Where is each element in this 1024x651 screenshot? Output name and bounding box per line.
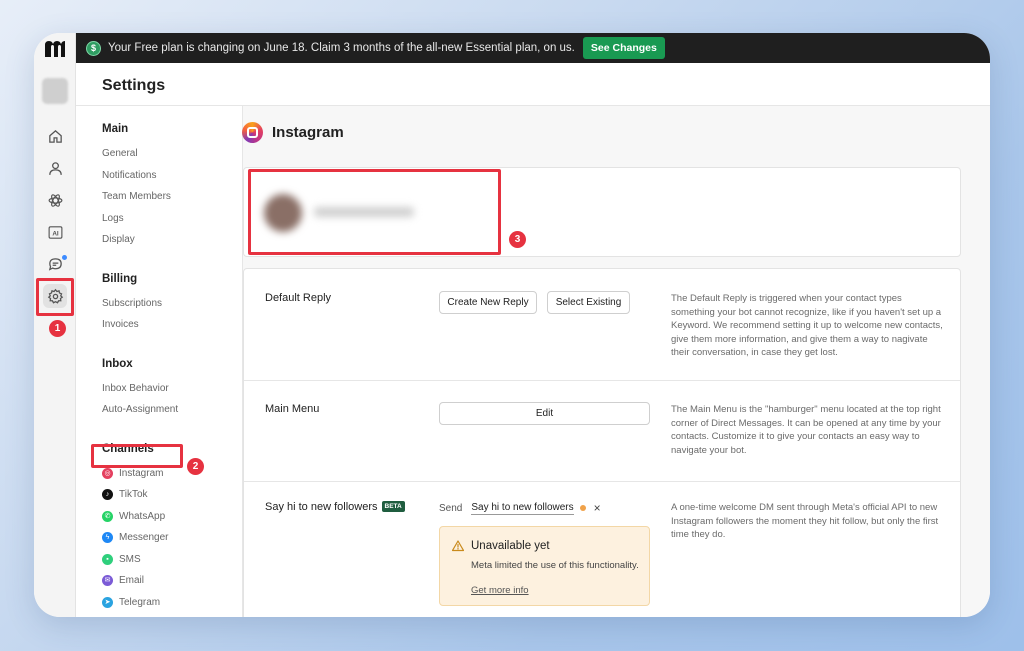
telegram-icon: ➤ bbox=[102, 596, 113, 608]
contacts-icon[interactable] bbox=[43, 156, 67, 180]
nav-group-inbox: Inbox Inbox Behavior Auto-Assignment bbox=[102, 358, 232, 421]
get-more-info-link[interactable]: Get more info bbox=[471, 585, 529, 596]
send-selector: Send Say hi to new followers × bbox=[439, 501, 601, 515]
annotation-badge-1: 1 bbox=[49, 320, 66, 337]
nav-item-subscriptions[interactable]: Subscriptions bbox=[102, 293, 232, 315]
send-message-link[interactable]: Say hi to new followers bbox=[471, 502, 574, 515]
main-menu-row: Main Menu Edit The Main Menu is the "ham… bbox=[244, 381, 960, 481]
workspace-avatar[interactable] bbox=[42, 78, 68, 104]
nav-item-telegram[interactable]: ➤ Telegram bbox=[102, 592, 232, 614]
page-title: Settings bbox=[102, 77, 166, 94]
nav-item-label: Telegram bbox=[119, 596, 161, 608]
instagram-logo-icon bbox=[242, 122, 263, 143]
main-menu-label: Main Menu bbox=[265, 403, 320, 415]
nav-item-auto-assignment[interactable]: Auto-Assignment bbox=[102, 399, 232, 421]
annotation-badge-3: 3 bbox=[509, 231, 526, 248]
nav-item-messenger[interactable]: ϟ Messenger bbox=[102, 527, 232, 549]
home-icon[interactable] bbox=[43, 124, 67, 148]
instagram-icon: ◎ bbox=[102, 467, 113, 479]
followers-label-text: Say hi to new followers bbox=[265, 501, 378, 513]
nav-item-sms[interactable]: ▪ SMS bbox=[102, 549, 232, 571]
app-window: AI $ Your Free plan is changing on June … bbox=[34, 33, 990, 617]
followers-description: A one-time welcome DM sent through Meta'… bbox=[671, 502, 939, 540]
banner-text: Your Free plan is changing on June 18. C… bbox=[108, 42, 575, 54]
channel-settings-card: Default Reply Create New Reply Select Ex… bbox=[243, 268, 961, 617]
nav-item-label: TikTok bbox=[119, 489, 148, 500]
nav-item-invoices[interactable]: Invoices bbox=[102, 314, 232, 336]
nav-item-notifications[interactable]: Notifications bbox=[102, 165, 232, 187]
dollar-coin-icon: $ bbox=[86, 40, 101, 56]
tiktok-icon: ♪ bbox=[102, 489, 113, 501]
ai-icon[interactable]: AI bbox=[43, 220, 67, 244]
channel-title: Instagram bbox=[272, 124, 344, 141]
nav-item-whatsapp[interactable]: ✆ WhatsApp bbox=[102, 506, 232, 528]
sms-icon: ▪ bbox=[102, 553, 113, 565]
select-existing-button[interactable]: Select Existing bbox=[547, 291, 630, 314]
create-new-reply-button[interactable]: Create New Reply bbox=[439, 291, 537, 314]
highlight-instagram bbox=[91, 444, 183, 468]
nav-item-inbox-behavior[interactable]: Inbox Behavior bbox=[102, 378, 232, 400]
see-changes-button[interactable]: See Changes bbox=[582, 37, 665, 59]
manychat-logo[interactable] bbox=[43, 39, 67, 59]
nav-group-billing: Billing Subscriptions Invoices bbox=[102, 273, 232, 336]
nav-item-display[interactable]: Display bbox=[102, 229, 232, 251]
nav-item-team-members[interactable]: Team Members bbox=[102, 186, 232, 208]
warning-title: Unavailable yet bbox=[471, 540, 550, 552]
settings-nav: Main General Notifications Team Members … bbox=[102, 123, 232, 617]
messenger-icon: ϟ bbox=[102, 532, 113, 544]
default-reply-label: Default Reply bbox=[265, 292, 332, 304]
annotation-badge-2: 2 bbox=[187, 458, 204, 475]
ai-icon-label: AI bbox=[52, 230, 59, 237]
close-icon[interactable]: × bbox=[594, 501, 601, 515]
nav-group-main: Main General Notifications Team Members … bbox=[102, 123, 232, 251]
nav-item-label: SMS bbox=[119, 553, 141, 565]
edit-main-menu-button[interactable]: Edit bbox=[439, 402, 650, 425]
plan-banner: $ Your Free plan is changing on June 18.… bbox=[76, 33, 990, 63]
nav-group-channels: Channels ◎ Instagram ♪ TikTok ✆ WhatsApp… bbox=[102, 443, 232, 614]
nav-item-email[interactable]: ✉ Email bbox=[102, 570, 232, 592]
email-icon: ✉ bbox=[102, 575, 113, 587]
unavailable-warning: Unavailable yet Meta limited the use of … bbox=[439, 526, 650, 606]
channel-header: Instagram bbox=[242, 122, 344, 143]
nav-item-general[interactable]: General bbox=[102, 143, 232, 165]
automation-icon[interactable] bbox=[43, 188, 67, 212]
notification-dot bbox=[62, 255, 67, 260]
highlight-account bbox=[248, 169, 501, 255]
nav-item-logs[interactable]: Logs bbox=[102, 208, 232, 230]
nav-group-title: Billing bbox=[102, 272, 138, 285]
beta-badge: BETA bbox=[381, 501, 405, 512]
nav-item-label: WhatsApp bbox=[119, 510, 166, 522]
nav-item-label: Email bbox=[119, 575, 145, 586]
warning-icon bbox=[452, 540, 464, 552]
default-reply-description: The Default Reply is triggered when your… bbox=[671, 293, 943, 358]
nav-group-title: Inbox bbox=[102, 357, 133, 370]
nav-item-tiktok[interactable]: ♪ TikTok bbox=[102, 484, 232, 506]
main-menu-description: The Main Menu is the "hamburger" menu lo… bbox=[671, 404, 941, 456]
whatsapp-icon: ✆ bbox=[102, 510, 113, 522]
nav-group-title: Main bbox=[102, 123, 129, 135]
send-label: Send bbox=[439, 502, 463, 514]
warning-text: Meta limited the use of this functionali… bbox=[471, 560, 639, 571]
followers-label: Say hi to new followers BETA bbox=[265, 501, 405, 513]
followers-row: Say hi to new followers BETA Send Say hi … bbox=[244, 482, 960, 617]
highlight-settings bbox=[36, 278, 74, 316]
default-reply-row: Default Reply Create New Reply Select Ex… bbox=[244, 269, 960, 380]
status-dot bbox=[579, 505, 586, 511]
nav-item-label: Messenger bbox=[119, 532, 169, 543]
